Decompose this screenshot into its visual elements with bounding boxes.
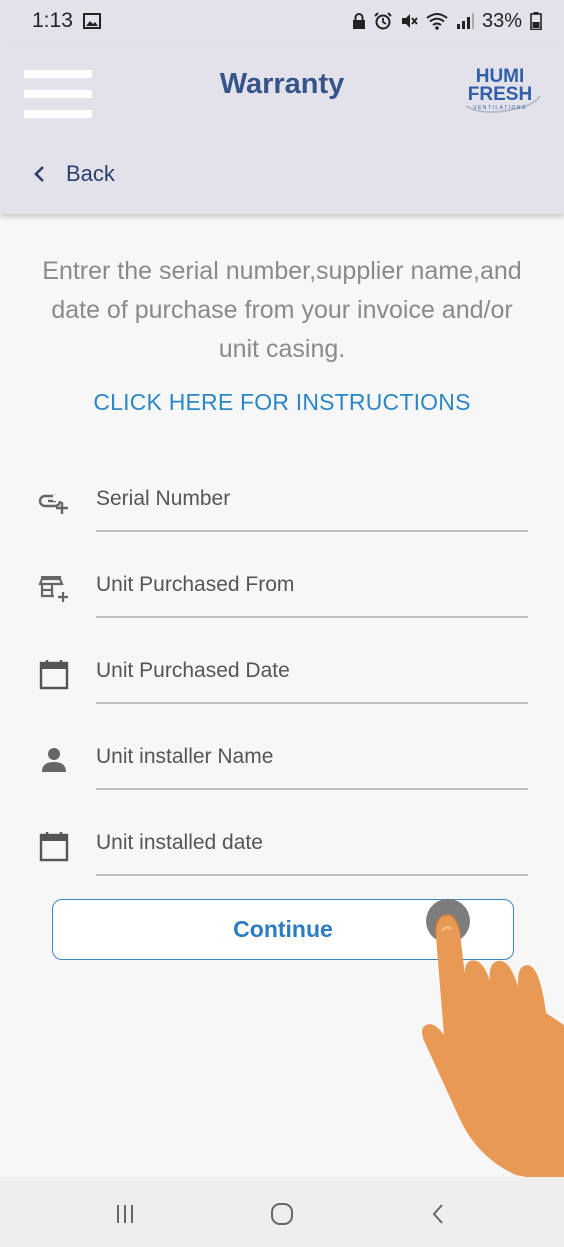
intro-text: Entrer the serial number,supplier name,a… — [42, 257, 522, 363]
chevron-left-icon — [34, 166, 44, 182]
serial-number-field[interactable]: Serial Number — [0, 474, 564, 534]
alarm-icon — [374, 12, 392, 30]
unit-purchased-date-label: Unit Purchased Date — [96, 659, 290, 682]
unit-purchased-from-field[interactable]: Unit Purchased From — [0, 560, 564, 620]
lock-icon — [352, 13, 365, 29]
link-add-icon — [38, 494, 68, 514]
status-left: 1:13 — [32, 9, 101, 33]
status-right: 33% — [352, 10, 542, 33]
unit-installed-date-field[interactable]: Unit installed date — [0, 818, 564, 878]
instructions-link[interactable]: CLICK HERE FOR INSTRUCTIONS — [0, 389, 564, 416]
wifi-icon — [426, 13, 448, 30]
unit-installer-name-label: Unit installer Name — [96, 745, 274, 768]
back-button[interactable]: Back — [32, 154, 115, 194]
unit-purchased-date-field[interactable]: Unit Purchased Date — [0, 646, 564, 706]
field-underline — [96, 616, 528, 618]
svg-text:VENTILATIONS: VENTILATIONS — [473, 105, 527, 111]
svg-text:FRESH: FRESH — [468, 84, 532, 105]
calendar-icon — [39, 832, 69, 862]
tap-hand-pointer-icon — [422, 899, 564, 1185]
unit-purchased-from-label: Unit Purchased From — [96, 573, 295, 596]
app-header: Warranty HUMI FRESH VENTILATIONS Back — [0, 42, 564, 214]
field-underline — [96, 530, 528, 532]
battery-percent: 33% — [481, 9, 522, 32]
signal-icon — [456, 13, 474, 29]
serial-number-label: Serial Number — [96, 487, 231, 510]
field-underline — [96, 702, 528, 704]
field-underline — [96, 788, 528, 790]
recent-apps-icon[interactable] — [110, 1199, 140, 1229]
person-icon — [42, 748, 66, 772]
battery-icon — [530, 12, 542, 30]
gallery-icon — [82, 13, 101, 29]
status-bar: 1:13 33% — [0, 0, 564, 42]
status-time: 1:13 — [32, 9, 73, 32]
unit-installed-date-label: Unit installed date — [96, 831, 263, 854]
humifresh-logo: HUMI FRESH VENTILATIONS — [465, 66, 541, 113]
home-icon[interactable] — [267, 1199, 297, 1229]
calendar-icon — [39, 660, 69, 690]
back-label: Back — [66, 161, 115, 186]
mute-icon — [401, 14, 418, 28]
system-nav-bar — [0, 1177, 564, 1247]
store-add-icon — [38, 576, 68, 602]
unit-installer-name-field[interactable]: Unit installer Name — [0, 732, 564, 792]
back-nav-icon[interactable] — [424, 1199, 454, 1229]
field-underline — [96, 874, 528, 876]
